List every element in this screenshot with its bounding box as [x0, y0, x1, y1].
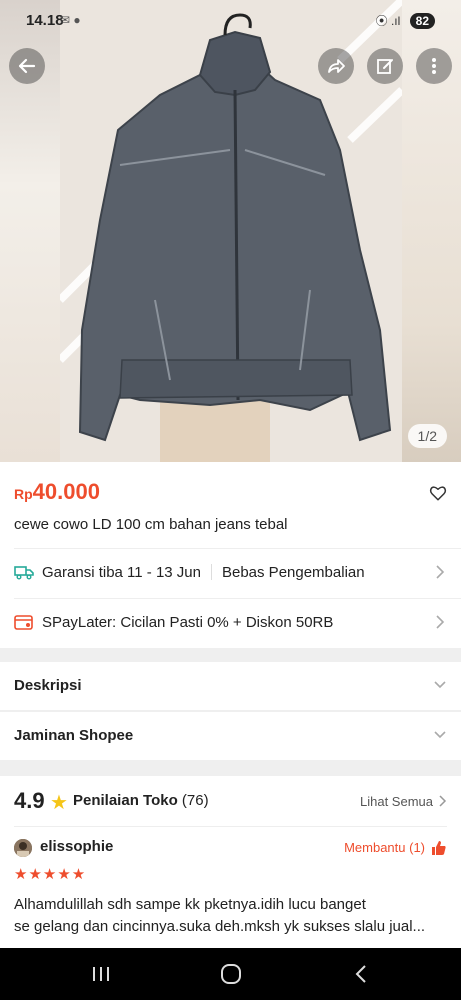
favorite-button[interactable]	[429, 484, 447, 507]
truck-icon	[14, 564, 38, 580]
home-icon	[221, 964, 241, 984]
chevron-right-icon	[436, 615, 445, 629]
product-image-gallery[interactable]: 14.18 ✉ ● ⦿ .ıl 82 1/2	[0, 0, 461, 462]
product-title: cewe cowo LD 100 cm bahan jeans tebal	[14, 516, 288, 533]
star-icon: ★	[50, 792, 68, 814]
share-button[interactable]	[318, 48, 354, 84]
back-chevron-icon	[355, 965, 366, 983]
home-button[interactable]	[216, 962, 246, 986]
battery-indicator: 82	[409, 13, 435, 29]
guarantee-label: Jaminan Shopee	[14, 727, 134, 744]
description-accordion[interactable]: Deskripsi	[0, 662, 461, 710]
helpful-button[interactable]: Membantu (1)	[344, 840, 425, 855]
rating-value: 4.9	[14, 788, 45, 813]
paylater-icon	[14, 613, 38, 631]
guarantee-accordion[interactable]: Jaminan Shopee	[0, 712, 461, 760]
chevron-right-icon	[439, 795, 447, 807]
review-text: Alhamdulillah sdh sampe kk pketnya.idih …	[14, 894, 446, 938]
rating-label: Penilaian Toko (76)	[73, 792, 209, 809]
status-time: 14.18	[26, 12, 64, 29]
back-button[interactable]	[9, 48, 45, 84]
reviews-section: 4.9 ★ Penilaian Toko (76) Lihat Semua el…	[0, 776, 461, 948]
price-amount: 40.000	[32, 479, 100, 504]
more-button[interactable]	[416, 48, 452, 84]
shipping-guarantee: Garansi tiba 11 - 13 Jun	[42, 563, 201, 581]
shipping-row[interactable]: Garansi tiba 11 - 13 Jun Bebas Pengembal…	[0, 548, 461, 596]
review-stars: ★★★★★	[14, 866, 87, 883]
image-page-counter: 1/2	[407, 424, 447, 448]
review-username: elissophie	[40, 838, 114, 855]
rating-count: (76)	[181, 792, 209, 809]
thumbs-up-icon[interactable]	[431, 840, 447, 856]
recent-apps-button[interactable]	[86, 962, 116, 986]
separator	[210, 564, 212, 580]
avatar[interactable]	[14, 839, 32, 857]
signal-icon: ⦿ .ıl	[375, 14, 401, 28]
divider	[14, 826, 447, 827]
heart-icon	[429, 486, 447, 501]
share-icon	[328, 59, 345, 73]
notification-icons: ✉ ●	[60, 13, 81, 27]
paylater-row[interactable]: SPayLater: Cicilan Pasti 0% + Diskon 50R…	[0, 598, 461, 646]
chevron-right-icon	[436, 565, 445, 579]
edit-icon	[377, 59, 393, 74]
status-bar: 14.18 ✉ ● ⦿ .ıl 82	[0, 0, 461, 40]
edit-button[interactable]	[367, 48, 403, 84]
price-currency: Rp	[14, 486, 33, 502]
system-back-button[interactable]	[346, 962, 376, 986]
status-right: ⦿ .ıl 82	[376, 12, 435, 29]
review-line-1: Alhamdulillah sdh sampe kk pketnya.idih …	[14, 896, 366, 913]
description-label: Deskripsi	[14, 677, 82, 694]
chevron-down-icon	[434, 681, 446, 689]
return-policy: Bebas Pengembalian	[221, 563, 365, 581]
product-info-section: Rp40.000 cewe cowo LD 100 cm bahan jeans…	[0, 462, 461, 648]
product-price: Rp40.000	[14, 479, 100, 505]
arrow-left-icon	[18, 58, 36, 74]
see-all-link[interactable]: Lihat Semua	[360, 794, 433, 809]
review-line-2: se gelang dan cincinnya.suka deh.mksh yk…	[14, 918, 426, 935]
rating-title: Penilaian Toko	[73, 792, 178, 809]
recent-apps-icon	[93, 967, 109, 981]
system-navigation-bar	[0, 948, 461, 1000]
more-vertical-icon	[432, 58, 436, 74]
chevron-down-icon	[434, 731, 446, 739]
paylater-text: SPayLater: Cicilan Pasti 0% + Diskon 50R…	[42, 613, 334, 631]
